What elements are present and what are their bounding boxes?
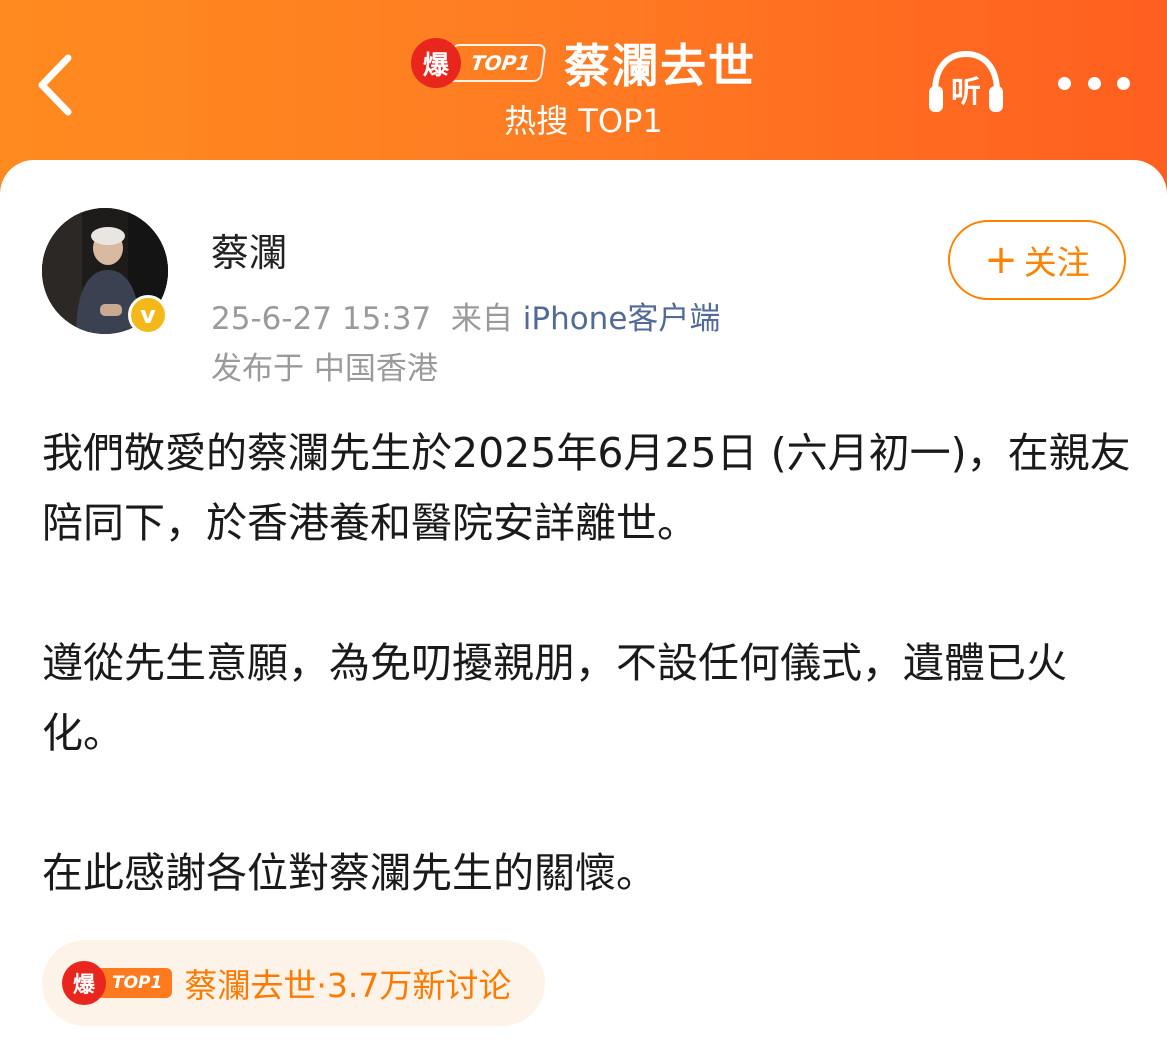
chip-hot-badge-circle: 爆 xyxy=(62,961,106,1005)
listen-button[interactable]: 听 xyxy=(925,48,1007,118)
post-paragraph: 遵從先生意願，為免叨擾親朋，不設任何儀式，遺體已火化。 xyxy=(42,639,1067,757)
post-source-link[interactable]: iPhone客户端 xyxy=(523,301,721,337)
more-dot-icon xyxy=(1117,76,1130,90)
hot-badge-circle: 爆 xyxy=(410,38,461,88)
post-paragraph: 我們敬愛的蔡瀾先生於2025年6月25日 (六月初一)，在親友陪同下，於香港養和… xyxy=(42,429,1131,547)
follow-label: 关注 xyxy=(1023,243,1090,282)
hot-badge-tag: TOP1 xyxy=(446,44,547,82)
post-body: 我們敬愛的蔡瀾先生於2025年6月25日 (六月初一)，在親友陪同下，於香港養和… xyxy=(42,418,1132,908)
chip-hot-badge-tag: TOP1 xyxy=(96,968,173,998)
more-dot-icon xyxy=(1058,76,1071,90)
post-source-prefix: 来自 xyxy=(450,301,513,337)
listen-label: 听 xyxy=(951,75,981,110)
hot-top1-badge: 爆 TOP1 xyxy=(410,38,547,88)
post-paragraph: 在此感謝各位對蔡瀾先生的關懷。 xyxy=(42,849,657,897)
page-title: 蔡瀾去世 xyxy=(564,39,757,93)
chip-topic-text: 蔡瀾去世·3.7万新讨论 xyxy=(184,966,512,1005)
post-timestamp: 25-6-27 15:37 xyxy=(211,301,432,337)
headphones-icon: 听 xyxy=(929,50,1003,112)
more-dot-icon xyxy=(1087,76,1101,90)
follow-button[interactable]: + 关注 xyxy=(948,220,1126,300)
hot-topic-chip[interactable]: 爆 TOP1 蔡瀾去世·3.7万新讨论 xyxy=(42,940,546,1026)
post-location: 发布于 中国香港 xyxy=(211,351,438,387)
post-card: v 蔡瀾 25-6-27 15:37 来自 iPhone客户端 发布于 中国香港… xyxy=(0,160,1167,1052)
more-options-button[interactable] xyxy=(1058,66,1130,100)
post-author-name[interactable]: 蔡瀾 xyxy=(211,222,287,277)
top-header: 爆 TOP1 蔡瀾去世 热搜 TOP1 听 xyxy=(0,0,1167,170)
post-meta: 25-6-27 15:37 来自 iPhone客户端 xyxy=(211,293,720,338)
verified-v-icon: v xyxy=(128,295,168,335)
plus-icon: + xyxy=(984,237,1018,283)
